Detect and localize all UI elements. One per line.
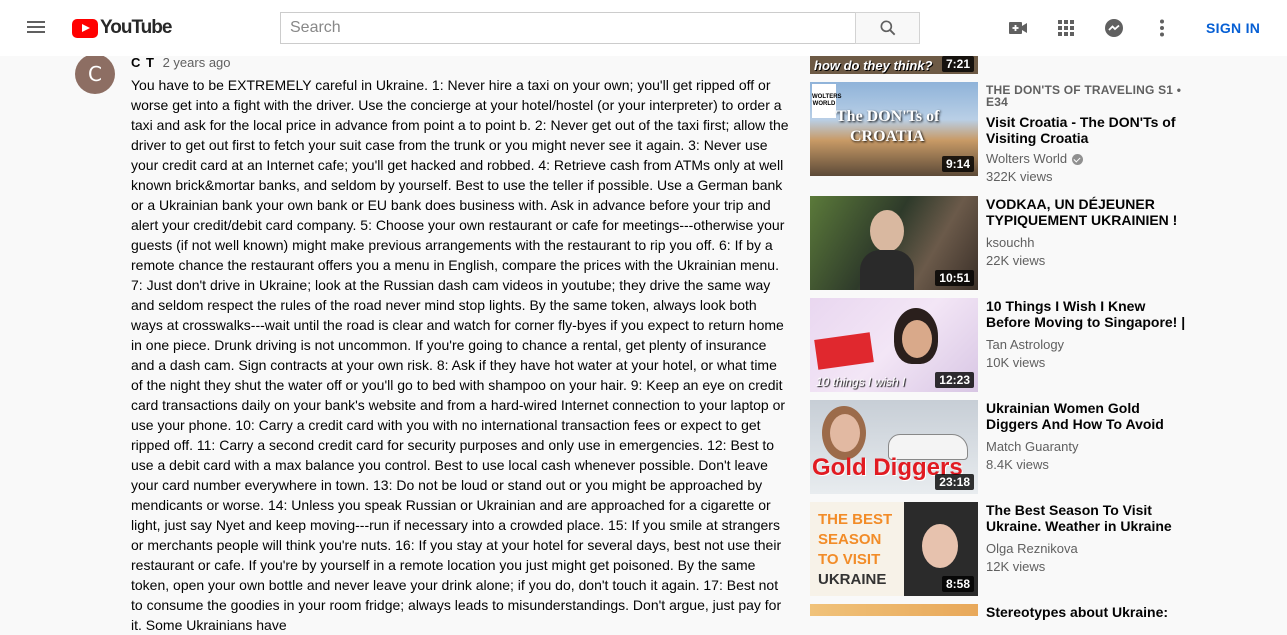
video-views: 22K views	[986, 253, 1046, 268]
video-thumbnail[interactable]: 10:51	[810, 196, 978, 290]
comment-time[interactable]: 2 years ago	[163, 55, 231, 70]
comment-header: C T 2 years ago	[131, 55, 231, 70]
video-title[interactable]: VODKAA, UN DÉJEUNER TYPIQUEMENT UKRAINIE…	[986, 196, 1186, 228]
playlist-label: THE DON'TS OF TRAVELING S1 • E34	[986, 83, 1182, 109]
video-title[interactable]: Ukrainian Women Gold Diggers And How To …	[986, 400, 1186, 432]
thumbnail-caption: THE BEST	[818, 511, 893, 528]
video-thumbnail[interactable]: Gold Diggers 23:18	[810, 400, 978, 494]
video-thumbnail[interactable]: 10 things I wish I 12:23	[810, 298, 978, 392]
masthead: YouTube SIGN IN	[0, 0, 1287, 56]
thumbnail-caption: 10 things I wish I	[816, 375, 906, 389]
video-title[interactable]: The Best Season To Visit Ukraine. Weathe…	[986, 502, 1186, 534]
comment-author[interactable]: C T	[131, 55, 155, 70]
video-thumbnail[interactable]: WOLTERS WORLD The DON'Ts of CROATIA 9:14	[810, 82, 978, 176]
thumbnail-shirt	[860, 250, 914, 290]
sign-in-button[interactable]: SIGN IN	[1188, 10, 1278, 46]
video-channel[interactable]: Wolters World	[986, 150, 1186, 168]
video-views: 12K views	[986, 559, 1046, 574]
thumbnail-face	[870, 210, 904, 252]
youtube-logo[interactable]: YouTube	[72, 17, 172, 39]
video-title[interactable]: Visit Croatia - The DON'Ts of Visiting C…	[986, 114, 1186, 146]
thumbnail-face	[902, 320, 932, 358]
comment-text: You have to be EXTREMELY careful in Ukra…	[131, 77, 789, 633]
thumbnail-partial[interactable]: how do they think? 7:21	[810, 56, 978, 74]
thumbnail-caption: how do they think?	[814, 58, 933, 73]
video-thumbnail[interactable]	[810, 604, 978, 616]
avatar[interactable]: C	[75, 54, 115, 94]
channel-logo: WOLTERS WORLD	[812, 84, 842, 118]
thumbnail-caption: TO VISIT	[818, 551, 881, 568]
thumbnail-caption-group: THE BEST SEASON TO VISIT UKRAINE	[818, 510, 892, 590]
video-title[interactable]: Stereotypes about Ukraine:	[986, 604, 1186, 620]
thumbnail-caption: SEASON	[818, 531, 882, 548]
logo-text: YouTube	[100, 17, 172, 38]
search-input[interactable]	[280, 12, 856, 44]
thumbnail-caption: The DON'Ts of	[836, 108, 940, 125]
video-title[interactable]: 10 Things I Wish I Knew Before Moving to…	[986, 298, 1186, 330]
thumbnail-caption: UKRAINE	[818, 571, 887, 588]
thumbnail-face	[830, 414, 860, 452]
channel-name[interactable]: Match Guaranty	[986, 438, 1186, 456]
search-icon	[880, 20, 895, 36]
video-info[interactable]: The Best Season To Visit Ukraine. Weathe…	[986, 502, 1186, 576]
video-views: 322K views	[986, 169, 1053, 184]
thumbnail-flag	[814, 332, 874, 370]
channel-name[interactable]: Tan Astrology	[986, 336, 1186, 354]
video-info[interactable]: Ukrainian Women Gold Diggers And How To …	[986, 400, 1186, 474]
video-views: 10K views	[986, 355, 1046, 370]
duration-badge: 10:51	[935, 270, 974, 286]
duration-badge: 8:58	[941, 576, 974, 592]
messages-icon[interactable]	[1102, 16, 1126, 40]
duration-badge: 7:21	[941, 56, 974, 72]
channel-name[interactable]: Olga Reznikova	[986, 540, 1186, 558]
verified-icon	[1072, 153, 1084, 165]
menu-icon[interactable]	[24, 18, 48, 38]
youtube-play-icon	[72, 18, 98, 38]
thumbnail-face	[922, 524, 958, 568]
duration-badge: 23:18	[935, 474, 974, 490]
video-camera-icon[interactable]	[1006, 16, 1030, 40]
video-info[interactable]: 10 Things I Wish I Knew Before Moving to…	[986, 298, 1186, 372]
video-info[interactable]: THE DON'TS OF TRAVELING S1 • E34 Visit C…	[986, 84, 1186, 186]
video-info[interactable]: VODKAA, UN DÉJEUNER TYPIQUEMENT UKRAINIE…	[986, 196, 1186, 270]
video-views: 8.4K views	[986, 457, 1049, 472]
more-vert-icon[interactable]	[1150, 16, 1174, 40]
channel-name[interactable]: Wolters World	[986, 150, 1067, 168]
apps-grid-icon[interactable]	[1054, 16, 1078, 40]
channel-name[interactable]: ksouchh	[986, 234, 1186, 252]
video-info[interactable]: Stereotypes about Ukraine:	[986, 604, 1186, 620]
duration-badge: 12:23	[935, 372, 974, 388]
duration-badge: 9:14	[941, 156, 974, 172]
search-button[interactable]	[855, 12, 920, 44]
video-thumbnail[interactable]: THE BEST SEASON TO VISIT UKRAINE 8:58	[810, 502, 978, 596]
thumbnail-caption: CROATIA	[850, 128, 925, 145]
